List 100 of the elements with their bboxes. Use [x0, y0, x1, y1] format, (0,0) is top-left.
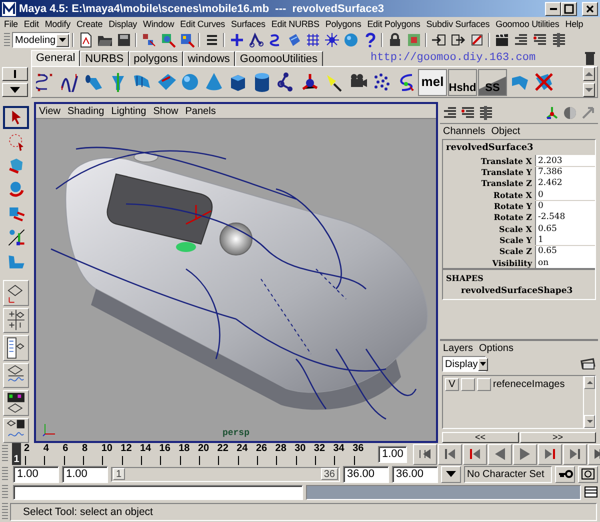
menu-item[interactable]: Object [491, 126, 520, 138]
panel-menu-item[interactable]: Shading [68, 106, 104, 117]
key-button[interactable] [555, 466, 575, 483]
script-editor-icon[interactable] [584, 486, 598, 498]
end-time-field[interactable]: 36.00 [392, 466, 438, 483]
menu-item[interactable]: Display [108, 19, 138, 30]
outliner-layout-icon[interactable] [6, 336, 26, 359]
menu-item[interactable]: Polygons [325, 19, 362, 30]
channel-value-field[interactable]: on [535, 257, 595, 268]
ik-handle-icon[interactable] [300, 72, 320, 92]
tool-button[interactable] [3, 106, 29, 130]
channel-value-field[interactable]: 2.203 [535, 155, 595, 166]
menu-item[interactable]: Create [76, 19, 103, 30]
menu-item[interactable]: Layers [443, 343, 474, 354]
range-start-handle[interactable]: 1 [113, 468, 125, 480]
layer-page-button[interactable]: >> [520, 432, 596, 444]
shelf-tab[interactable]: GoomooUtilities [234, 51, 323, 66]
close-button[interactable] [582, 2, 598, 16]
menu-item[interactable]: Edit Polygons [367, 19, 420, 30]
sphere-icon[interactable] [180, 72, 200, 92]
mode-dropdown[interactable]: Modeling [12, 32, 70, 48]
trash-icon[interactable] [582, 50, 598, 66]
scroll-down-button[interactable] [583, 83, 595, 98]
panel-menu-item[interactable]: Panels [185, 106, 216, 117]
visibility-toggle[interactable]: V [445, 378, 459, 392]
channel-value-field[interactable]: 0 [535, 200, 595, 212]
preferences-button[interactable] [578, 466, 598, 483]
shelf-menu-button[interactable] [2, 83, 28, 98]
shelf-tab[interactable]: General [31, 50, 80, 66]
output-icon[interactable] [450, 32, 466, 48]
menu-item[interactable]: Goomoo Utilities [496, 19, 560, 30]
minimize-button[interactable] [545, 2, 561, 16]
scroll-down-button[interactable] [584, 415, 595, 428]
menu-item[interactable]: Edit NURBS [271, 19, 320, 30]
panel-menu-item[interactable]: View [39, 106, 60, 117]
layer-create-icon[interactable] [580, 356, 596, 372]
character-set-field[interactable]: No Character Set [464, 466, 552, 483]
playback-button[interactable] [438, 444, 462, 465]
plane-icon[interactable] [156, 72, 176, 92]
playback-button[interactable] [488, 444, 512, 465]
list-icon[interactable] [551, 32, 567, 48]
menu-item[interactable]: Surfaces [231, 19, 266, 30]
playback-button[interactable] [563, 444, 588, 465]
shelf-button[interactable]: Hshd [448, 68, 477, 96]
extrude-icon[interactable] [84, 72, 104, 92]
current-time-field[interactable]: 1.00 [378, 446, 408, 463]
menu-item[interactable]: Channels [443, 126, 486, 138]
shelf-button[interactable]: SS [478, 68, 507, 96]
curve-ep-icon[interactable] [36, 72, 56, 92]
crossed-out-shape-icon[interactable] [534, 72, 554, 92]
channel-value-field[interactable]: -2.548 [535, 212, 595, 223]
channel-value-field[interactable]: 0.65 [535, 223, 595, 234]
menu-item[interactable]: Subdiv Surfaces [426, 19, 490, 30]
range-end-handle[interactable]: 36 [320, 468, 338, 480]
menu-item[interactable]: Window [143, 19, 174, 30]
playback-start-field[interactable]: 1.00 [62, 466, 108, 483]
playback-button[interactable] [513, 444, 538, 465]
light-icon[interactable] [324, 32, 340, 48]
display-dropdown[interactable]: Display [442, 356, 486, 372]
shelf-tab[interactable]: windows [182, 51, 235, 66]
playback-button[interactable] [538, 444, 562, 465]
shelf-tab[interactable]: NURBS [80, 51, 129, 66]
layer-name[interactable]: refeneceImages [493, 378, 565, 390]
scroll-up-button[interactable] [583, 67, 595, 82]
hypershade-layout-icon[interactable] [6, 392, 26, 414]
list-icon[interactable] [460, 104, 476, 121]
layer-page-button[interactable]: << [442, 432, 518, 444]
joint-icon[interactable] [276, 72, 296, 92]
shelf-tab[interactable]: polygons [128, 51, 183, 66]
plus-icon[interactable] [229, 32, 245, 48]
maximize-button[interactable] [561, 2, 577, 16]
lock-icon[interactable] [387, 32, 403, 48]
list-icon[interactable] [478, 104, 494, 121]
curve-cv-icon[interactable] [60, 72, 80, 92]
command-input-field[interactable] [13, 484, 303, 500]
current-frame-marker[interactable]: 1 [12, 443, 21, 466]
shelf-button[interactable]: mel [418, 68, 447, 96]
bar-icon[interactable] [11, 69, 19, 80]
channel-value-field[interactable]: 0.65 [535, 246, 595, 257]
color-swatch[interactable] [477, 378, 491, 392]
grid-icon[interactable] [305, 32, 321, 48]
panel-menu-item[interactable]: Show [153, 106, 178, 117]
menu-item[interactable]: Options [479, 343, 514, 354]
clapboard-icon[interactable] [494, 32, 510, 48]
playback-button[interactable] [463, 444, 488, 465]
start-time-field[interactable]: 1.00 [13, 466, 59, 483]
menu-item[interactable]: Modify [44, 19, 70, 30]
object-select-icon[interactable] [160, 32, 176, 48]
dropdown-button[interactable] [441, 466, 461, 483]
channel-value-field[interactable]: 2.462 [535, 178, 595, 189]
channel-value-field[interactable]: 0 [535, 189, 595, 200]
input-icon[interactable] [431, 32, 447, 48]
component-select-icon[interactable] [179, 32, 195, 48]
channel-value-field[interactable]: 1 [535, 234, 595, 246]
channel-value-field[interactable]: 7.386 [535, 166, 595, 178]
hierarchy-select-icon[interactable] [141, 32, 157, 48]
scroll-up-button[interactable] [584, 376, 595, 390]
particles-icon[interactable] [372, 72, 392, 92]
menu-item[interactable]: Help [565, 19, 584, 30]
playback-button[interactable] [413, 444, 438, 465]
